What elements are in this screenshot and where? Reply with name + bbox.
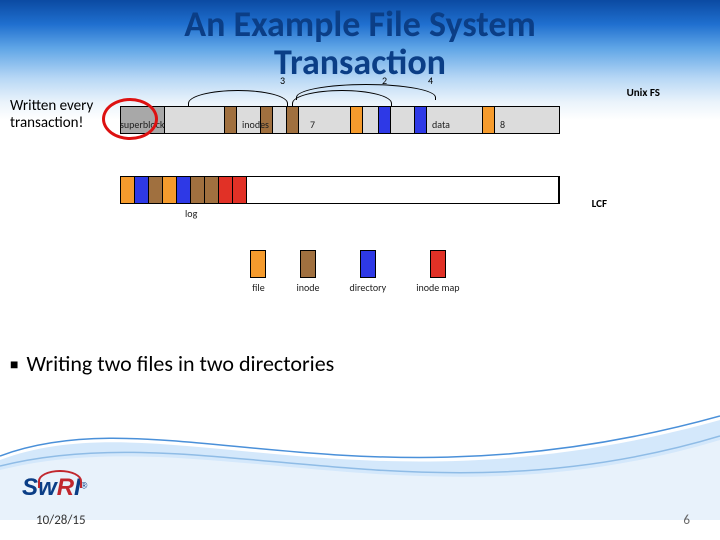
footer-page-number: 6	[683, 513, 690, 528]
wave-decoration	[0, 370, 720, 520]
arc-label-3: 3	[280, 74, 285, 87]
legend-file: file	[250, 250, 266, 294]
arc-label-4: 4	[428, 74, 433, 87]
highlight-circle	[102, 98, 158, 140]
unixfs-label: Unix FS	[627, 86, 660, 99]
legend-inode-map: inode map	[416, 250, 459, 294]
arc-label-7: 7	[310, 118, 315, 131]
log-label: log	[185, 207, 197, 220]
lcf-label: LCF	[592, 197, 607, 210]
filesystem-diagram: 3 2 4 Unix FS superblock inodes 7 data 8…	[120, 88, 590, 294]
unixfs-bar	[120, 106, 560, 134]
annotation-line-2: transaction!	[10, 115, 93, 132]
arc-label-8: 8	[500, 118, 505, 131]
section-data: data	[432, 118, 450, 131]
swri-logo: SwRI®	[22, 474, 87, 502]
callout-annotation: Written every transaction!	[10, 98, 93, 131]
legend-inode: inode	[296, 250, 319, 294]
footer-date: 10/28/15	[36, 513, 86, 528]
slide-title: An Example File System Transaction	[0, 6, 720, 82]
title-line-2: Transaction	[0, 44, 720, 82]
log-bar: LCF log	[120, 176, 560, 204]
legend: file inode directory inode map	[120, 250, 590, 294]
title-line-1: An Example File System	[0, 6, 720, 44]
section-inodes: inodes	[242, 118, 269, 131]
legend-directory: directory	[350, 250, 387, 294]
annotation-line-1: Written every	[10, 98, 93, 115]
